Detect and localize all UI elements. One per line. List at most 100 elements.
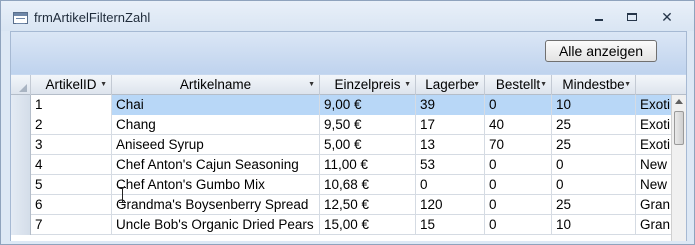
column-header-lieferant[interactable] xyxy=(636,75,671,95)
record-selector[interactable] xyxy=(11,215,31,235)
form-icon xyxy=(13,12,28,24)
table-cell[interactable]: 0 xyxy=(485,175,552,195)
dropdown-arrow-icon[interactable]: ▼ xyxy=(540,75,547,95)
table-cell[interactable]: 1 xyxy=(31,95,112,115)
table-cell[interactable]: 15,00 € xyxy=(320,215,416,235)
record-selector[interactable] xyxy=(11,115,31,135)
close-icon: ✕ xyxy=(661,9,673,25)
table-cell[interactable]: Chang xyxy=(112,115,320,135)
close-button[interactable]: ✕ xyxy=(656,9,678,25)
table-cell[interactable]: 2 xyxy=(31,115,112,135)
table-cell[interactable]: Chef Anton's Gumbo Mix xyxy=(112,175,320,195)
table-row[interactable]: 3 Aniseed Syrup 5,00 €13 70 25 Exoti xyxy=(11,135,671,155)
table-cell[interactable]: Exoti xyxy=(636,115,671,135)
table-cell[interactable]: 25 xyxy=(552,115,636,135)
table-row[interactable]: 6 Grandma's Boysenberry Spread 12,50 €120 0… xyxy=(11,195,671,215)
table-cell[interactable]: 17 xyxy=(416,115,485,135)
record-selector[interactable] xyxy=(11,95,31,115)
table-row[interactable]: 2 Chang 9,50 €17 40 25 Exoti xyxy=(11,115,671,135)
table-cell[interactable]: Uncle Bob's Organic Dried Pears xyxy=(112,215,320,235)
table-cell[interactable]: 10,68 € xyxy=(320,175,416,195)
table-cell[interactable]: 25 xyxy=(552,195,636,215)
table-cell[interactable]: 13 xyxy=(416,135,485,155)
column-header-artikelname[interactable]: Artikelname ▼ xyxy=(112,75,320,95)
datasheet-grid: ArtikelID ▼ Artikelname ▼ Einzelpreis ▼ Lag… xyxy=(11,75,686,241)
table-cell[interactable]: 12,50 € xyxy=(320,195,416,215)
table-cell[interactable]: 9,00 € xyxy=(320,95,416,115)
table-cell[interactable]: 15 xyxy=(416,215,485,235)
column-header-label: Lagerbe xyxy=(425,77,475,92)
record-selector[interactable] xyxy=(11,195,31,215)
table-cell[interactable]: 11,00 € xyxy=(320,155,416,175)
table-cell[interactable]: 25 xyxy=(552,135,636,155)
table-cell[interactable]: Exoti xyxy=(636,95,671,115)
column-header-label: ArtikelID xyxy=(45,77,97,92)
table-cell[interactable]: Grandma's Boysenberry Spread xyxy=(112,195,320,215)
record-selector[interactable] xyxy=(11,135,31,155)
window-title: frmArtikelFilternZahl xyxy=(34,10,151,25)
record-selector[interactable] xyxy=(11,175,31,195)
table-cell[interactable]: 39 xyxy=(416,95,485,115)
dropdown-arrow-icon[interactable]: ▼ xyxy=(624,75,631,95)
column-header-label: Artikelname xyxy=(179,77,252,92)
table-cell[interactable]: 5 xyxy=(31,175,112,195)
show-all-button[interactable]: Alle anzeigen xyxy=(545,40,657,62)
table-row[interactable]: 1 Chai 9,00 €39 0 10 Exoti xyxy=(11,95,671,115)
record-selector[interactable] xyxy=(11,155,31,175)
column-header-label: Einzelpreis xyxy=(334,77,401,92)
column-header-mindestbestand[interactable]: Mindestbe ▼ xyxy=(552,75,636,95)
table-cell[interactable]: 0 xyxy=(552,155,636,175)
grid-header: ArtikelID ▼ Artikelname ▼ Einzelpreis ▼ Lag… xyxy=(11,75,686,95)
table-cell[interactable]: 0 xyxy=(485,195,552,215)
scroll-up-arrow-icon[interactable] xyxy=(675,99,683,104)
table-cell[interactable]: New xyxy=(636,175,671,195)
table-cell[interactable]: 4 xyxy=(31,155,112,175)
column-header-bestellt[interactable]: Bestellt ▼ xyxy=(485,75,552,95)
dropdown-arrow-icon[interactable]: ▼ xyxy=(308,75,315,95)
table-cell[interactable]: Aniseed Syrup xyxy=(112,135,320,155)
table-cell[interactable]: Chai xyxy=(112,95,320,115)
table-cell[interactable]: 70 xyxy=(485,135,552,155)
table-cell[interactable]: 0 xyxy=(485,155,552,175)
table-cell[interactable]: 40 xyxy=(485,115,552,135)
table-cell[interactable]: Chef Anton's Cajun Seasoning xyxy=(112,155,320,175)
table-cell[interactable]: Exoti xyxy=(636,135,671,155)
table-cell[interactable]: 53 xyxy=(416,155,485,175)
minimize-button[interactable] xyxy=(588,9,610,25)
select-all-corner[interactable] xyxy=(11,75,31,95)
column-header-lagerbestand[interactable]: Lagerbe ▼ xyxy=(416,75,485,95)
table-cell[interactable]: New xyxy=(636,155,671,175)
table-cell[interactable]: 3 xyxy=(31,135,112,155)
text-cursor-icon xyxy=(119,187,126,203)
scroll-thumb[interactable] xyxy=(674,111,684,145)
table-cell[interactable]: 5,00 € xyxy=(320,135,416,155)
table-cell[interactable]: 0 xyxy=(485,95,552,115)
table-row[interactable]: 7 Uncle Bob's Organic Dried Pears 15,00 €1… xyxy=(11,215,671,235)
table-cell[interactable]: 0 xyxy=(416,175,485,195)
maximize-icon xyxy=(627,13,637,21)
table-cell[interactable]: 10 xyxy=(552,215,636,235)
column-header-label: Mindestbe xyxy=(562,77,625,92)
column-header-einzelpreis[interactable]: Einzelpreis ▼ xyxy=(320,75,416,95)
maximize-button[interactable] xyxy=(621,9,643,25)
form-header: Alle anzeigen xyxy=(11,32,686,74)
access-form-window: frmArtikelFilternZahl ✕ Alle anzeigen Ar… xyxy=(0,0,695,245)
dropdown-arrow-icon[interactable]: ▼ xyxy=(473,75,480,95)
table-cell[interactable]: 0 xyxy=(485,215,552,235)
vertical-scrollbar[interactable] xyxy=(671,95,686,241)
dropdown-arrow-icon[interactable]: ▼ xyxy=(100,75,107,95)
table-cell[interactable]: 0 xyxy=(552,175,636,195)
table-row[interactable]: 5 Chef Anton's Gumbo Mix 10,68 €0 0 0 New xyxy=(11,175,671,195)
column-header-artikelid[interactable]: ArtikelID ▼ xyxy=(31,75,112,95)
table-cell[interactable]: 9,50 € xyxy=(320,115,416,135)
table-row[interactable]: 4 Chef Anton's Cajun Seasoning 11,00 €53 0 0… xyxy=(11,155,671,175)
minimize-icon xyxy=(595,19,603,21)
table-cell[interactable]: Gran xyxy=(636,215,671,235)
table-cell[interactable]: Gran xyxy=(636,195,671,215)
title-bar[interactable]: frmArtikelFilternZahl ✕ xyxy=(1,1,694,31)
dropdown-arrow-icon[interactable]: ▼ xyxy=(404,75,411,95)
table-cell[interactable]: 6 xyxy=(31,195,112,215)
table-cell[interactable]: 7 xyxy=(31,215,112,235)
table-cell[interactable]: 120 xyxy=(416,195,485,215)
table-cell[interactable]: 10 xyxy=(552,95,636,115)
